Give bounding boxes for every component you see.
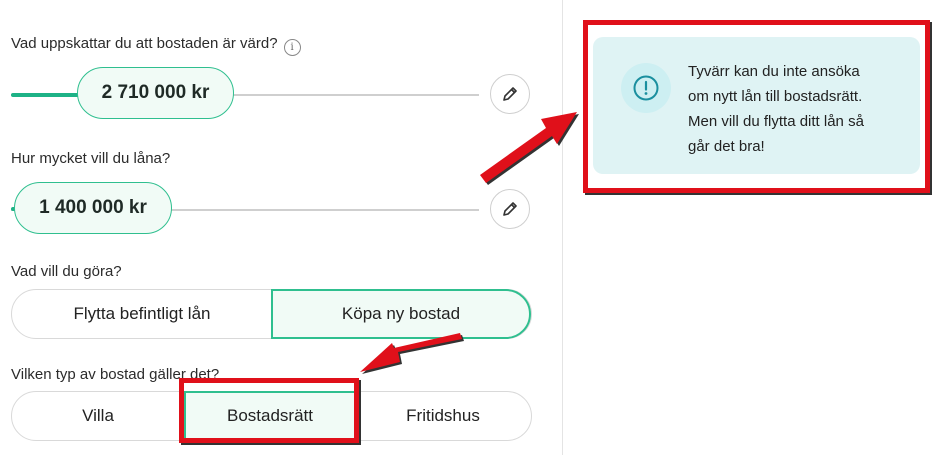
arrow-to-bostadsratt [360,333,464,374]
annotation-arrows [360,112,579,374]
arrow-to-info-box [480,112,579,185]
